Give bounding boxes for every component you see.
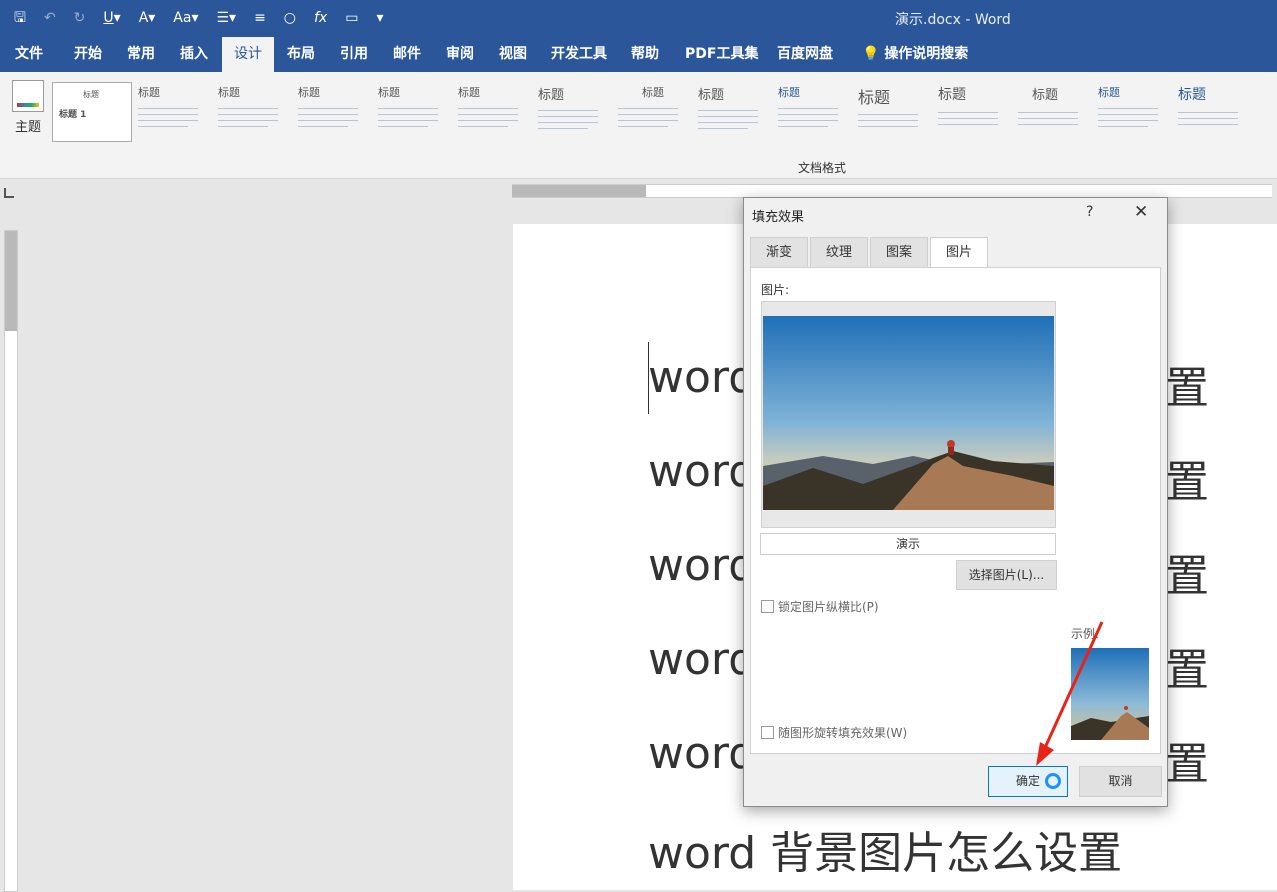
style-set-item[interactable]: 标题 标题 1 [52, 82, 132, 142]
doc-line[interactable]: word 背景图片怎么设置 [648, 817, 1122, 881]
undo-icon[interactable]: ↶ [44, 9, 56, 27]
doc-line[interactable]: word [648, 446, 756, 497]
more-icon[interactable]: ▾ [376, 9, 383, 27]
formula-icon[interactable]: fx [314, 9, 327, 27]
font-color-icon[interactable]: A▾ [139, 9, 156, 27]
font-size-icon[interactable]: Aa▾ [173, 9, 198, 27]
tab-home[interactable]: 开始 [74, 37, 102, 72]
style-set-item[interactable]: 标题 [292, 80, 372, 142]
tab-common[interactable]: 常用 [127, 37, 155, 72]
tab-picture[interactable]: 图片 [930, 237, 989, 269]
tab-design[interactable]: 设计 [222, 37, 274, 72]
cancel-button[interactable]: 取消 [1079, 766, 1162, 797]
doc-line-end: 置 [1165, 457, 1209, 508]
underline-icon[interactable]: U▾ [103, 9, 120, 27]
style-set-item[interactable]: 标题 [612, 80, 692, 142]
lock-aspect-checkbox[interactable] [761, 600, 774, 613]
vertical-ruler[interactable] [4, 230, 18, 892]
tab-references[interactable]: 引用 [340, 37, 368, 72]
themes-label: 主题 [14, 120, 41, 135]
dialog-tabs: 渐变 纹理 图案 图片 [750, 237, 990, 269]
rotate-with-shape-label: 随图形旋转填充效果(W) [778, 726, 908, 740]
tab-pattern[interactable]: 图案 [870, 237, 929, 268]
lightbulb-icon: 💡 [862, 46, 880, 62]
tab-gradient[interactable]: 渐变 [750, 237, 809, 268]
themes-button[interactable]: 主题 [8, 80, 48, 150]
title-bar: 🖫 ↶ ↻ U▾ A▾ Aa▾ ☰▾ ≡ ○ fx ▭ ▾ 演示.docx - … [0, 0, 1277, 37]
style-set-item[interactable]: 标题 [452, 80, 532, 142]
doc-line-end: 置 [1165, 645, 1209, 696]
close-icon[interactable]: ✕ [1134, 202, 1148, 222]
red-arrow-icon [1036, 621, 1104, 766]
dialog-title: 填充效果 [752, 210, 805, 225]
style-set-item[interactable]: 标题 [1172, 80, 1252, 142]
style-set-item[interactable]: 标题 [132, 80, 212, 142]
align-icon[interactable]: ≡ [254, 9, 266, 27]
picture-preview-frame [761, 301, 1056, 528]
doc-line[interactable]: word [648, 728, 756, 779]
tab-baidu-netdisk[interactable]: 百度网盘 [777, 37, 833, 72]
style-set-item[interactable]: 标题 [932, 80, 1012, 142]
tab-texture[interactable]: 纹理 [810, 237, 869, 268]
style-set-item[interactable]: 标题 [212, 80, 292, 142]
style-set-item[interactable]: 标题 [692, 80, 772, 142]
tell-me-search[interactable]: 💡 操作说明搜索 [862, 37, 968, 72]
doc-line[interactable]: word [648, 352, 756, 403]
ribbon-design: 主题 标题 标题 1 标题 标题 标题 标题 标题 标题 标题 标题 标题 标题… [0, 72, 1277, 179]
tell-me-label: 操作说明搜索 [884, 46, 969, 62]
tab-insert[interactable]: 插入 [180, 37, 208, 72]
bullets-icon[interactable]: ☰▾ [216, 9, 236, 27]
doc-line[interactable]: word [648, 540, 756, 591]
shape-icon[interactable]: ○ [284, 9, 296, 27]
screen-icon[interactable]: ▭ [345, 9, 358, 27]
picture-name-field: 演示 [760, 533, 1056, 555]
ribbon-tabs: 文件 开始 常用 插入 设计 布局 引用 邮件 审阅 视图 开发工具 帮助 PD… [0, 37, 1277, 72]
help-icon[interactable]: ? [1086, 204, 1093, 220]
tab-review[interactable]: 审阅 [446, 37, 474, 72]
redo-icon[interactable]: ↻ [74, 9, 86, 27]
style-set-item[interactable]: 标题 [772, 80, 852, 142]
click-indicator-icon [1045, 773, 1061, 789]
style-set-item[interactable]: 标题 [372, 80, 452, 142]
picture-label: 图片: [761, 283, 790, 297]
select-picture-button[interactable]: 选择图片(L)... [956, 560, 1057, 590]
tab-mailings[interactable]: 邮件 [393, 37, 421, 72]
style-set-item[interactable]: 标题 [1092, 80, 1172, 142]
save-icon[interactable]: 🖫 [14, 9, 26, 27]
tab-developer[interactable]: 开发工具 [551, 37, 607, 72]
selected-picture [763, 316, 1054, 510]
doc-line-end: 置 [1165, 363, 1209, 414]
style-set-item[interactable]: 标题 [852, 80, 932, 142]
lock-aspect-label: 锁定图片纵横比(P) [778, 600, 879, 614]
style-set-item[interactable]: 标题 [532, 80, 612, 142]
themes-icon [12, 80, 44, 112]
doc-line[interactable]: word [648, 634, 756, 685]
tab-pdf-tools[interactable]: PDF工具集 [685, 37, 758, 72]
doc-line-end: 置 [1165, 739, 1209, 790]
tab-layout[interactable]: 布局 [287, 37, 315, 72]
style-set-item[interactable]: 标题 [1012, 80, 1092, 142]
tab-help[interactable]: 帮助 [631, 37, 659, 72]
window-title: 演示.docx - Word [895, 12, 1011, 28]
rotate-with-shape-checkbox[interactable] [761, 726, 774, 739]
quick-access-toolbar: 🖫 ↶ ↻ U▾ A▾ Aa▾ ☰▾ ≡ ○ fx ▭ ▾ [14, 9, 384, 27]
doc-line-end: 置 [1165, 551, 1209, 602]
document-formatting-group-label: 文档格式 [798, 161, 847, 175]
style-set-gallery: 标题 标题 1 标题 标题 标题 标题 标题 标题 标题 标题 标题 标题 标题… [52, 80, 1252, 146]
tab-selector[interactable] [4, 188, 14, 198]
tab-file[interactable]: 文件 [15, 37, 43, 72]
horizontal-ruler[interactable] [512, 184, 1272, 198]
tab-view[interactable]: 视图 [499, 37, 527, 72]
